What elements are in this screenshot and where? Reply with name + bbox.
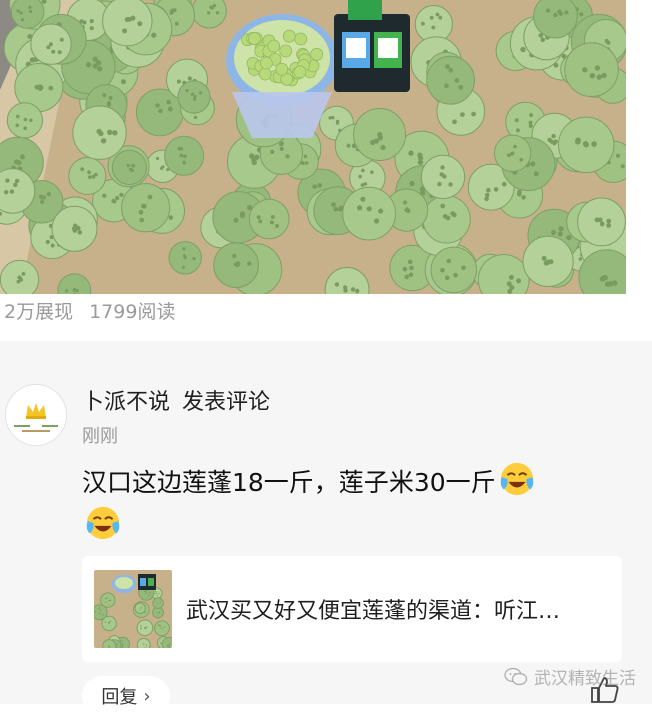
- lotus-pod: [102, 0, 153, 47]
- reply-label: 回复: [101, 687, 138, 708]
- lotus-pod: [152, 597, 164, 609]
- lotus-pod: [430, 246, 478, 294]
- lotus-thumbnail-image: [94, 570, 172, 648]
- lotus-pod: [353, 108, 407, 161]
- crown-avatar-icon: [6, 385, 66, 445]
- lotus-pod: [577, 197, 626, 247]
- lotus-pod: [426, 55, 476, 105]
- comment-action-label: 发表评论: [182, 390, 271, 415]
- article-thumbnail: [94, 570, 172, 648]
- lotus-pod: [72, 105, 127, 160]
- lotus-pod: [564, 42, 619, 97]
- lotus-pod: [30, 23, 72, 65]
- watermark-text: 武汉精致生活: [534, 669, 636, 689]
- lotus-pod: [134, 602, 146, 614]
- read-count: 1799阅读: [89, 300, 176, 323]
- lotus-pod: [102, 639, 117, 648]
- lotus-pod: [558, 116, 615, 174]
- lotus-seed: [259, 56, 273, 70]
- lotus-pod: [164, 135, 205, 176]
- lotus-pod: [168, 241, 202, 275]
- lotus-pod: [136, 619, 154, 637]
- comment-text: 汉口这边莲蓬18一斤，莲子米30一斤: [82, 468, 496, 497]
- lotus-pod: [0, 259, 40, 294]
- lotus-pod: [248, 198, 290, 240]
- lotus-pod: [342, 186, 397, 241]
- wechat-icon: [504, 667, 528, 685]
- crying-laughing-emoji-icon: [86, 506, 120, 540]
- impressions-count: 2万展现: [4, 300, 74, 323]
- linked-article-card[interactable]: 武汉买又好又便宜莲蓬的渠道：听江…: [82, 556, 622, 662]
- lotus-pod: [51, 205, 98, 252]
- lotus-seed: [310, 47, 324, 61]
- lotus-pod: [422, 195, 471, 244]
- comment-time: 刚刚: [82, 426, 118, 447]
- lotus-pod: [493, 134, 532, 173]
- lotus-pod: [121, 183, 171, 233]
- lotus-pod: [111, 149, 147, 185]
- lotus-seed: [279, 44, 293, 58]
- lotus-seed: [258, 67, 272, 81]
- lotus-pod: [191, 0, 227, 29]
- lotus-photo-illustration: [0, 0, 626, 294]
- lotus-pod: [101, 615, 117, 632]
- lotus-pod: [68, 157, 107, 195]
- article-title: 武汉买又好又便宜莲蓬的渠道：听江…: [186, 599, 561, 624]
- lotus-seed: [247, 32, 261, 45]
- avatar[interactable]: [5, 384, 67, 446]
- thumbs-up-icon[interactable]: [590, 676, 620, 704]
- section-divider: [0, 341, 652, 363]
- lotus-pod: [136, 638, 151, 648]
- lotus-pod: [10, 0, 45, 29]
- post-photo-lotus-pods[interactable]: [0, 0, 626, 294]
- lotus-seed: [267, 39, 281, 53]
- post-stats: 2万展现 1799阅读: [4, 296, 175, 324]
- crying-laughing-emoji-icon: [500, 462, 533, 496]
- lotus-pod: [420, 154, 466, 200]
- chevron-right-icon: ›: [143, 685, 151, 707]
- lotus-seed: [294, 32, 308, 46]
- comment-author-line: 卜派不说 发表评论: [82, 384, 270, 416]
- lotus-pod: [6, 102, 43, 139]
- lotus-pod: [533, 0, 578, 39]
- reply-button[interactable]: 回复 ›: [82, 676, 170, 716]
- lotus-pod: [177, 80, 211, 114]
- lotus-pod: [522, 235, 574, 287]
- comment-author-name[interactable]: 卜派不说: [82, 384, 170, 416]
- lotus-pod: [154, 620, 170, 637]
- lotus-pod: [213, 242, 260, 289]
- lotus-seed: [282, 29, 296, 43]
- lotus-seed: [293, 65, 307, 79]
- lotus-pod: [100, 592, 116, 608]
- comment-body: 汉口这边莲蓬18一斤，莲子米30一斤: [82, 460, 602, 548]
